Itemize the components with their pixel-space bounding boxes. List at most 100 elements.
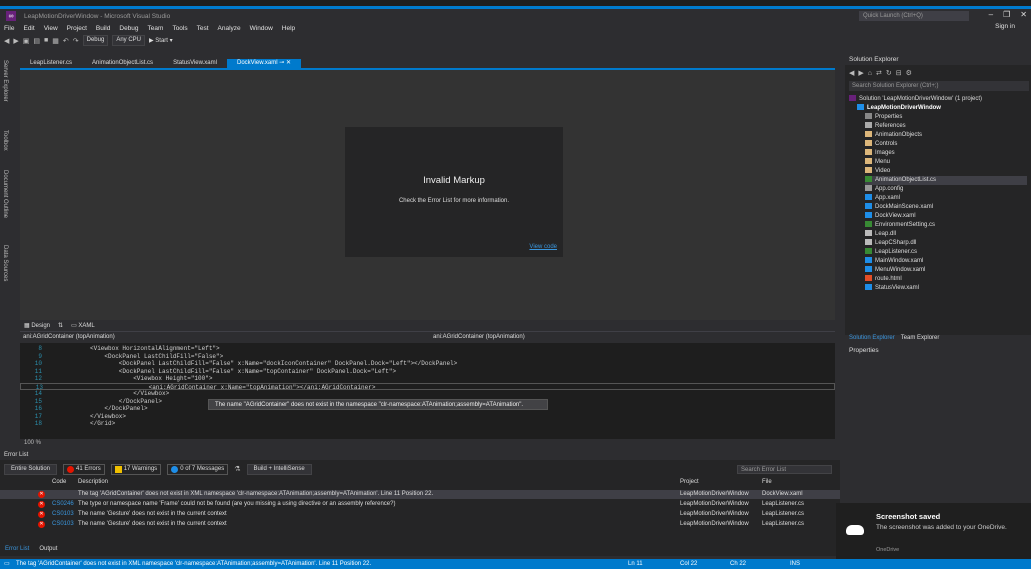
messages-filter-button[interactable]: 0 of 7 Messages (167, 463, 229, 475)
data-sources-tab[interactable]: Data Sources (2, 245, 8, 281)
warnings-filter-button[interactable]: 17 Warnings (110, 463, 162, 475)
quick-launch-input[interactable]: Quick Launch (Ctrl+Q) (859, 11, 969, 21)
col-description[interactable]: Description (78, 478, 108, 487)
table-row[interactable]: ✕ CS0246 The type or namespace name 'Fra… (0, 500, 840, 509)
tree-item[interactable]: DockMainScene.xaml (865, 203, 933, 212)
xaml-code-editor[interactable]: 8 <Viewbox HorizontalAlignment="Left"> 9 … (20, 343, 835, 439)
start-button[interactable]: ▶ Start ▾ (149, 37, 173, 44)
tree-item[interactable]: Menu (865, 158, 890, 167)
table-row[interactable]: ✕ CS0103 The name 'Gesture' does not exi… (0, 520, 840, 529)
table-row[interactable]: ✕ The tag 'AGridContainer' does not exis… (0, 490, 840, 499)
build-intellisense-select[interactable]: Build + IntelliSense (246, 463, 312, 475)
xaml-tab[interactable]: ▭ XAML (71, 322, 95, 329)
refresh-icon[interactable]: ↻ (886, 69, 892, 77)
tree-item[interactable]: Controls (865, 140, 897, 149)
tab-output[interactable]: Output (36, 544, 60, 554)
tree-item[interactable]: References (865, 122, 906, 131)
tab-solution-explorer[interactable]: Solution Explorer (849, 335, 895, 344)
menu-edit[interactable]: Edit (23, 25, 34, 32)
tree-item[interactable]: route.html (865, 275, 902, 284)
close-icon[interactable]: ✕ (1020, 10, 1027, 19)
element-selector-right[interactable]: ani:AGridContainer (topAnimation) (433, 332, 525, 343)
properties-icon[interactable]: ⚙ (906, 69, 912, 77)
collapse-icon[interactable]: ⊟ (896, 69, 902, 77)
tab-error-list[interactable]: Error List (2, 544, 32, 554)
tree-item[interactable]: Properties (865, 113, 902, 122)
tree-item[interactable]: App.config (865, 185, 903, 194)
tree-item[interactable]: LeapCSharp.dll (865, 239, 916, 248)
tree-item-solution[interactable]: Solution 'LeapMotionDriverWindow' (1 pro… (849, 95, 982, 104)
toolbox-tab[interactable]: Toolbox (2, 130, 8, 151)
close-tab-icon[interactable]: ✕ (286, 60, 291, 66)
tree-item[interactable]: MainWindow.xaml (865, 257, 923, 266)
menu-file[interactable]: File (4, 25, 14, 32)
tab-statusview[interactable]: StatusView.xaml (163, 59, 227, 68)
zoom-level[interactable]: 100 % (20, 439, 835, 447)
scope-select[interactable]: Entire Solution (4, 463, 58, 475)
swap-panes-icon[interactable]: ⇅ (58, 322, 63, 329)
minimize-icon[interactable]: – (989, 10, 993, 19)
tree-item-project[interactable]: LeapMotionDriverWindow (857, 104, 941, 113)
new-project-icon[interactable]: ▣ (23, 37, 30, 45)
errors-filter-button[interactable]: 41 Errors (63, 463, 105, 475)
tree-item[interactable]: DockView.xaml (865, 212, 916, 221)
tree-item[interactable]: AnimationObjects (865, 131, 922, 140)
tree-item-label: LeapCSharp.dll (875, 240, 917, 246)
col-file[interactable]: File (762, 478, 772, 487)
menu-analyze[interactable]: Analyze (218, 25, 241, 32)
menu-tools[interactable]: Tools (172, 25, 187, 32)
configuration-select[interactable]: Debug (82, 35, 109, 46)
tree-item[interactable]: Images (865, 149, 895, 158)
back-icon[interactable]: ◀ (4, 37, 9, 45)
menu-build[interactable]: Build (96, 25, 110, 32)
tab-dockview[interactable]: DockView.xaml ⊸ ✕ (226, 59, 301, 68)
tree-item[interactable]: StatusView.xaml (865, 284, 919, 293)
tree-item[interactable]: App.xaml (865, 194, 900, 203)
tree-item-selected[interactable]: AnimationObjectList.cs (865, 176, 1027, 185)
sign-in-link[interactable]: Sign in (995, 23, 1015, 30)
sync-icon[interactable]: ⇄ (876, 69, 882, 77)
menu-help[interactable]: Help (282, 25, 295, 32)
server-explorer-tab[interactable]: Server Explorer (2, 60, 8, 102)
col-project[interactable]: Project (680, 478, 699, 487)
design-tab[interactable]: ▦ Design (24, 322, 50, 329)
tree-item[interactable]: LeapListener.cs (865, 248, 917, 257)
menu-team[interactable]: Team (148, 25, 164, 32)
restore-icon[interactable]: ❐ (1003, 10, 1010, 19)
menu-project[interactable]: Project (67, 25, 87, 32)
tab-animationobjectlist[interactable]: AnimationObjectList.cs (82, 59, 163, 68)
errors-count: 41 Errors (76, 466, 101, 472)
tree-item[interactable]: Video (865, 167, 890, 176)
home-icon[interactable]: ⌂ (868, 70, 872, 77)
save-all-icon[interactable]: ▦ (52, 37, 59, 45)
menu-view[interactable]: View (44, 25, 58, 32)
forward-icon[interactable]: ▶ (13, 37, 18, 45)
back-icon[interactable]: ◀ (849, 69, 854, 77)
search-error-list-input[interactable]: Search Error List (737, 464, 832, 474)
pin-icon[interactable]: ⊸ (279, 60, 284, 66)
onedrive-notification[interactable]: Screenshot saved The screenshot was adde… (836, 503, 1031, 559)
redo-icon[interactable]: ↷ (73, 37, 79, 45)
menu-window[interactable]: Window (250, 25, 273, 32)
tree-item[interactable]: MenuWindow.xaml (865, 266, 925, 275)
solution-explorer-search-input[interactable]: Search Solution Explorer (Ctrl+;) (849, 81, 1029, 91)
col-code[interactable]: Code (52, 478, 66, 487)
code-text: <DockPanel LastChildFill="False" x:Name=… (90, 367, 397, 375)
error-file: LeapListener.cs (762, 501, 805, 507)
menu-debug[interactable]: Debug (119, 25, 138, 32)
tree-item[interactable]: Leap.dll (865, 230, 896, 239)
view-code-link[interactable]: View code (529, 244, 557, 250)
document-outline-tab[interactable]: Document Outline (2, 170, 8, 218)
undo-icon[interactable]: ↶ (63, 37, 69, 45)
element-selector-left[interactable]: ani:AGridContainer (topAnimation) (20, 332, 433, 343)
table-row[interactable]: ✕ CS0103 The name 'Gesture' does not exi… (0, 510, 840, 519)
tab-leaplistener[interactable]: LeapListener.cs (20, 59, 82, 68)
tree-item[interactable]: EnvironmentSetting.cs (865, 221, 935, 230)
platform-select[interactable]: Any CPU (112, 35, 146, 46)
filter-icon[interactable]: ⚗ (234, 465, 240, 473)
forward-icon[interactable]: ▶ (858, 69, 863, 77)
open-icon[interactable]: ▤ (33, 37, 40, 45)
menu-test[interactable]: Test (197, 25, 209, 32)
save-icon[interactable]: ■ (44, 37, 48, 44)
tab-team-explorer[interactable]: Team Explorer (901, 335, 940, 344)
